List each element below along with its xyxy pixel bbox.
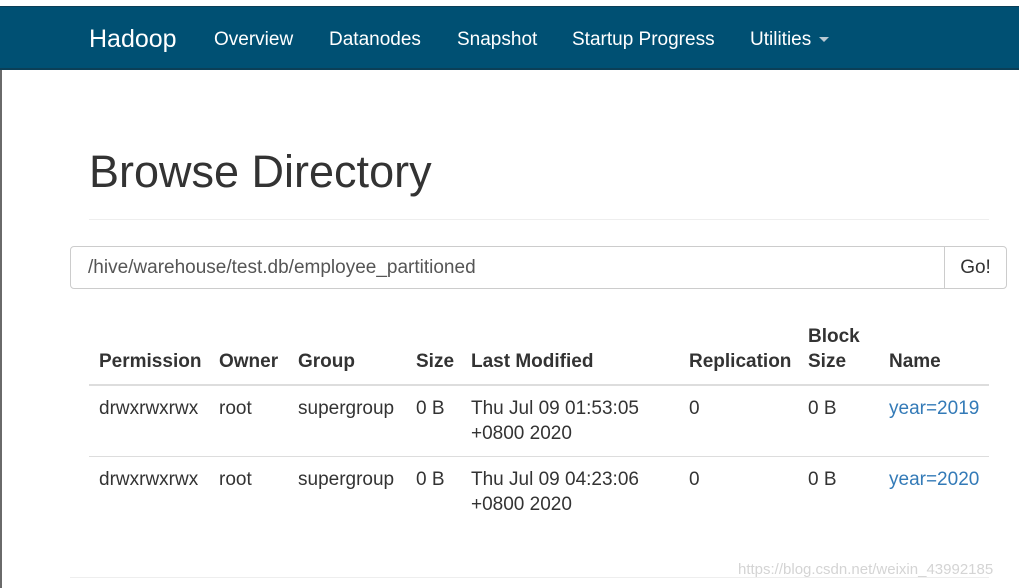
cell-replication: 0	[689, 398, 700, 419]
cell-permission: drwxrwxrwx	[99, 469, 199, 490]
cell-last-modified-line1: Thu Jul 09 01:53:05	[471, 398, 639, 419]
cell-block-size: 0 B	[808, 469, 837, 490]
cell-group: supergroup	[298, 398, 395, 419]
title-divider	[89, 219, 989, 220]
brand-link[interactable]: Hadoop	[89, 25, 177, 54]
cell-last-modified-line2: +0800 2020	[471, 494, 572, 515]
cell-last-modified-line2: +0800 2020	[471, 423, 572, 444]
header-block-size-line1: Block	[808, 326, 860, 347]
window-left-edge	[0, 70, 2, 588]
page-title: Browse Directory	[89, 146, 432, 197]
nav-snapshot[interactable]: Snapshot	[457, 29, 537, 51]
cell-name-link[interactable]: year=2020	[889, 467, 979, 492]
header-owner[interactable]: Owner	[219, 349, 278, 374]
nav-datanodes[interactable]: Datanodes	[329, 29, 421, 51]
directory-path-input[interactable]	[70, 246, 946, 289]
top-navbar: Hadoop Overview Datanodes Snapshot Start…	[0, 6, 1019, 70]
header-last-modified[interactable]: Last Modified	[471, 349, 593, 374]
cell-group: supergroup	[298, 469, 395, 490]
cell-owner: root	[219, 469, 252, 490]
header-block-size[interactable]: Block Size	[808, 324, 860, 374]
nav-startup-progress[interactable]: Startup Progress	[572, 29, 715, 51]
header-replication[interactable]: Replication	[689, 349, 791, 374]
nav-overview[interactable]: Overview	[214, 29, 293, 51]
go-button[interactable]: Go!	[944, 246, 1007, 289]
cell-replication: 0	[689, 469, 700, 490]
cell-owner: root	[219, 398, 252, 419]
nav-utilities-label: Utilities	[750, 29, 812, 50]
cell-permission: drwxrwxrwx	[99, 398, 199, 419]
cell-block-size: 0 B	[808, 398, 837, 419]
header-group[interactable]: Group	[298, 349, 355, 374]
cell-size: 0 B	[416, 469, 445, 490]
header-block-size-line2: Size	[808, 351, 847, 372]
watermark-text: https://blog.csdn.net/weixin_43992185	[738, 561, 994, 578]
header-size[interactable]: Size	[416, 349, 454, 374]
nav-utilities-dropdown[interactable]: Utilities	[750, 29, 830, 51]
header-name[interactable]: Name	[889, 349, 941, 374]
header-divider	[89, 384, 989, 386]
cell-last-modified: Thu Jul 09 01:53:05 +0800 2020	[471, 396, 639, 446]
caret-down-icon	[819, 37, 830, 43]
cell-name-link[interactable]: year=2019	[889, 396, 979, 421]
cell-last-modified: Thu Jul 09 04:23:06 +0800 2020	[471, 467, 639, 517]
cell-size: 0 B	[416, 398, 445, 419]
row-divider	[89, 456, 989, 457]
cell-last-modified-line1: Thu Jul 09 04:23:06	[471, 469, 639, 490]
header-permission[interactable]: Permission	[99, 349, 201, 374]
path-bar: Go!	[70, 246, 1007, 289]
